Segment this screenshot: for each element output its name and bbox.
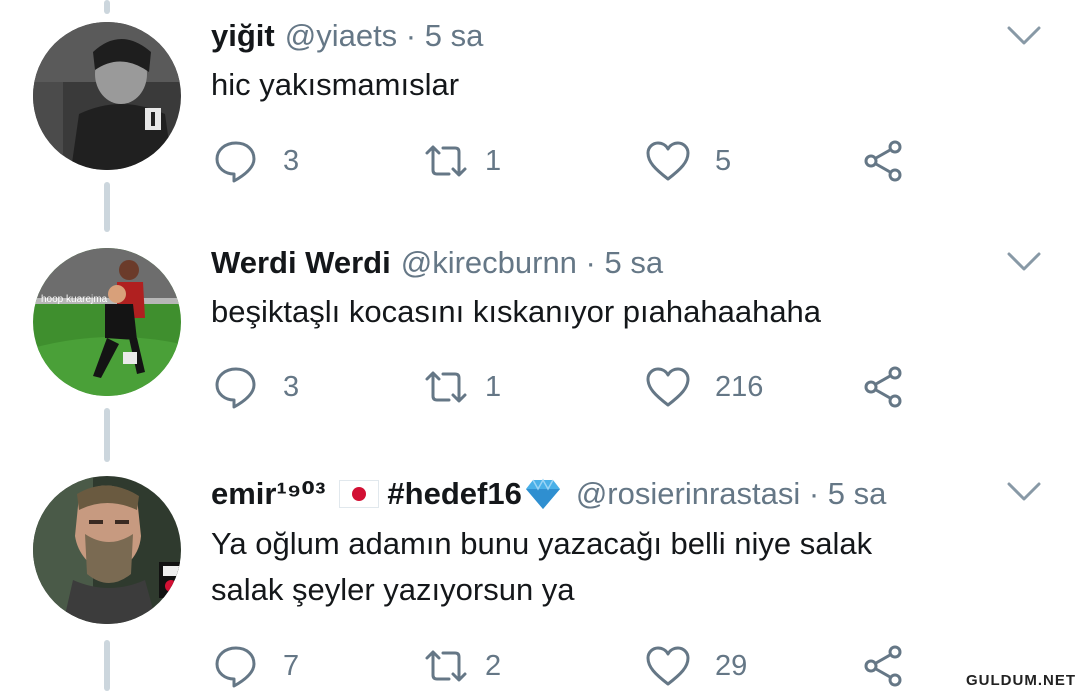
handle-time[interactable]: @kirecburnn · 5 sa bbox=[401, 245, 663, 281]
thread-line-1 bbox=[104, 182, 110, 232]
diamond-icon bbox=[525, 478, 560, 509]
japan-flag-icon bbox=[339, 480, 380, 508]
share-button[interactable] bbox=[861, 641, 907, 691]
avatar[interactable] bbox=[33, 476, 181, 624]
retweet-button[interactable]: 1 bbox=[423, 136, 501, 186]
like-count: 5 bbox=[715, 144, 732, 177]
reply-count: 7 bbox=[283, 649, 300, 682]
chevron-down-icon[interactable] bbox=[1006, 24, 1042, 48]
reply-icon bbox=[215, 646, 256, 688]
tweet-header: yiğit @yiaets · 5 sa bbox=[211, 18, 483, 54]
like-button[interactable]: 5 bbox=[645, 136, 731, 186]
reply-button[interactable]: 3 bbox=[213, 362, 299, 412]
tweet-text: hic yakısmamıslar bbox=[211, 62, 1031, 108]
reply-icon bbox=[215, 141, 256, 183]
retweet-count: 2 bbox=[485, 649, 502, 682]
tweet-actions: 7 2 29 bbox=[213, 641, 933, 691]
like-icon bbox=[646, 646, 690, 686]
tweet-actions: 3 1 5 bbox=[213, 136, 933, 186]
like-count: 29 bbox=[715, 649, 748, 682]
reply-icon bbox=[215, 367, 256, 409]
tweet-text: beşiktaşlı kocasını kıskanıyor pıahahaah… bbox=[211, 289, 1031, 335]
reply-count: 3 bbox=[283, 370, 300, 403]
avatar-caption: hoop kuarejma bbox=[41, 294, 108, 305]
tweet-text: Ya oğlum adamın bunu yazacağı belli niye… bbox=[211, 521, 1031, 613]
retweet-icon bbox=[425, 145, 467, 177]
like-count: 216 bbox=[715, 370, 764, 403]
like-icon bbox=[646, 367, 690, 407]
tweet-header: Werdi Werdi @kirecburnn · 5 sa bbox=[211, 245, 663, 281]
retweet-icon bbox=[425, 650, 467, 682]
share-icon bbox=[864, 645, 902, 687]
tweet-actions: 3 1 216 bbox=[213, 362, 933, 412]
like-button[interactable]: 216 bbox=[645, 362, 763, 412]
thread-line-2 bbox=[104, 408, 110, 462]
chevron-down-icon[interactable] bbox=[1006, 480, 1042, 504]
tweet-text-line: beşiktaşlı kocasını kıskanıyor pıahahaah… bbox=[211, 294, 822, 329]
share-icon bbox=[864, 366, 902, 408]
like-button[interactable]: 29 bbox=[645, 641, 747, 691]
display-name[interactable]: yiğit bbox=[211, 18, 275, 54]
share-button[interactable] bbox=[861, 136, 907, 186]
like-icon bbox=[646, 141, 690, 181]
tweet-text-line: salak şeyler yazıyorsun ya bbox=[211, 572, 575, 607]
handle-time[interactable]: @yiaets · 5 sa bbox=[285, 18, 484, 54]
share-icon bbox=[864, 140, 902, 182]
retweet-icon bbox=[425, 371, 467, 403]
share-button[interactable] bbox=[861, 362, 907, 412]
reply-button[interactable]: 7 bbox=[213, 641, 299, 691]
thread-line-top bbox=[104, 0, 110, 14]
display-name[interactable]: Werdi Werdi bbox=[211, 245, 391, 281]
reply-count: 3 bbox=[283, 144, 300, 177]
reply-button[interactable]: 3 bbox=[213, 136, 299, 186]
retweet-button[interactable]: 2 bbox=[423, 641, 501, 691]
retweet-count: 1 bbox=[485, 144, 502, 177]
watermark: GULDUM.NET bbox=[966, 672, 1076, 689]
retweet-count: 1 bbox=[485, 370, 502, 403]
tweet-header: emir¹⁹⁰³ #hedef16 @rosierinrastasi · 5 s… bbox=[211, 476, 886, 512]
retweet-button[interactable]: 1 bbox=[423, 362, 501, 412]
hashtag-name[interactable]: #hedef16 bbox=[387, 476, 521, 512]
thread-line-3 bbox=[104, 640, 110, 691]
avatar[interactable] bbox=[33, 22, 181, 170]
handle-time[interactable]: @rosierinrastasi · 5 sa bbox=[576, 476, 887, 512]
chevron-down-icon[interactable] bbox=[1006, 250, 1042, 274]
display-name[interactable]: emir¹⁹⁰³ bbox=[211, 476, 325, 512]
tweet-text-line: hic yakısmamıslar bbox=[211, 67, 460, 102]
avatar[interactable]: hoop kuarejma bbox=[33, 248, 181, 396]
tweet-text-line: Ya oğlum adamın bunu yazacağı belli niye… bbox=[211, 526, 873, 561]
